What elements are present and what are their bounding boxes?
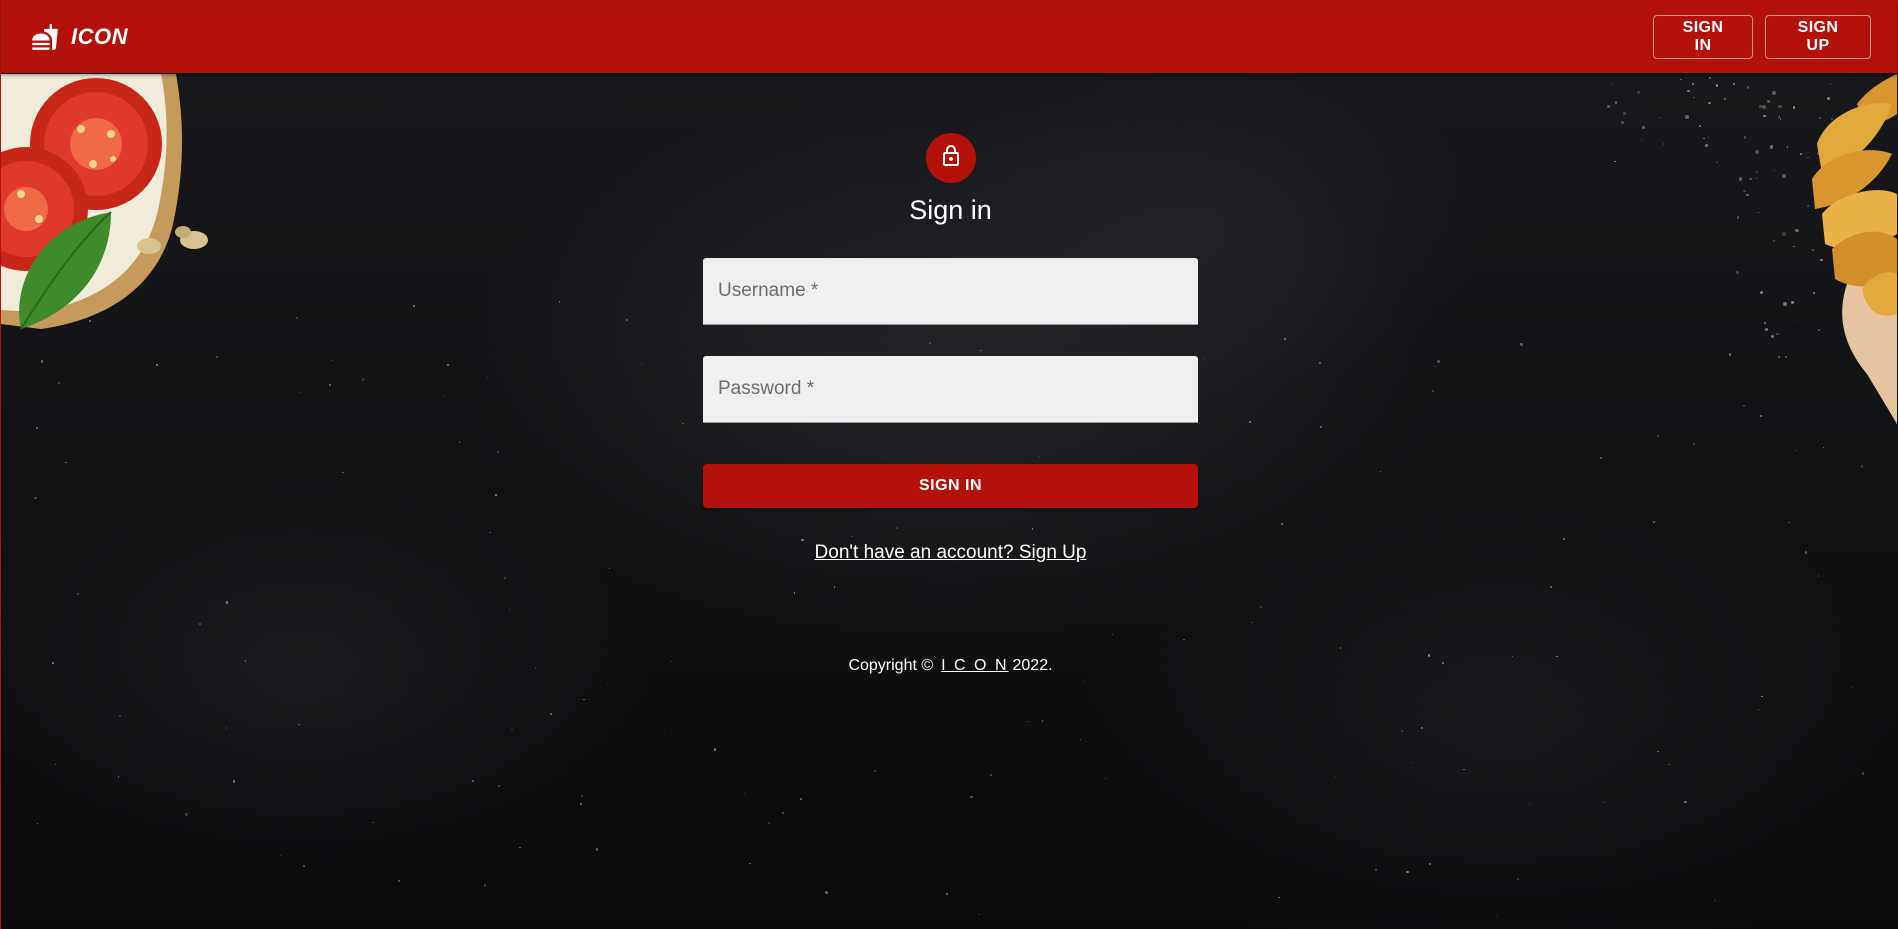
fastfood-icon (31, 23, 59, 51)
lock-avatar (925, 133, 976, 183)
signin-submit-button[interactable]: SIGN IN (703, 464, 1198, 508)
copyright-year: 2022. (1012, 657, 1053, 674)
app-bar: ICON SIGN IN SIGN UP (1, 1, 1897, 73)
username-input[interactable] (703, 258, 1198, 325)
header-signup-button[interactable]: SIGN UP (1765, 15, 1871, 59)
header-actions: SIGN IN SIGN UP (1653, 15, 1871, 59)
password-input[interactable] (703, 356, 1198, 423)
brand-name: ICON (71, 24, 128, 49)
page-title: Sign in (909, 195, 992, 225)
header-signin-button[interactable]: SIGN IN (1653, 15, 1753, 59)
copyright-brand-link[interactable]: I C O N (941, 657, 1008, 675)
brand[interactable]: ICON (31, 23, 128, 51)
signup-link[interactable]: Don't have an account? Sign Up (815, 542, 1087, 564)
lock-icon (939, 144, 963, 173)
signin-form: Sign in SIGN IN Don't have an account? S… (703, 133, 1198, 675)
potato-wedges-image (1812, 74, 1897, 424)
copyright: Copyright © I C O N 2022. (848, 657, 1052, 675)
tomato-basil-image (1, 74, 208, 330)
copyright-prefix: Copyright © (848, 657, 934, 674)
